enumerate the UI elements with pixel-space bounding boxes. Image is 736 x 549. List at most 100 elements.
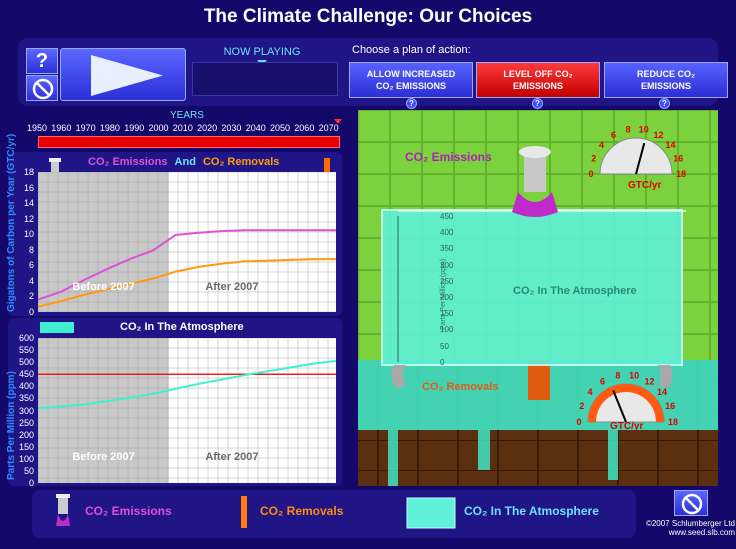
option-label-line2: CO₂ EMISSIONS [375,81,446,91]
atmosphere-chart-title: CO₂ In The Atmosphere [120,321,244,333]
tank-tick: 400 [440,228,454,238]
tank-tick: 150 [440,309,454,319]
y-tick: 400 [18,381,34,392]
gauge-tick: 12 [653,130,663,140]
now-playing-label: NOW PLAYING [223,46,301,58]
year-tick: 2060 [294,123,315,133]
gauge-tick: 18 [668,417,678,427]
y-tick: 450 [18,369,34,380]
after-label: After 2007 [205,281,259,294]
option-allow-increased-button[interactable]: ALLOW INCREASED CO₂ EMISSIONS [349,62,473,98]
gauge-tick: 14 [657,387,667,397]
removals-gauge-unit: GTC/yr [610,421,644,432]
tank-tick: 100 [440,325,454,335]
emissions-gauge-unit: GTC/yr [628,180,662,191]
year-tick: 2030 [221,123,242,133]
now-playing-display [192,62,338,96]
tank-tick: 0 [440,357,445,367]
tank-tick: 250 [440,276,454,286]
gauge-tick: 2 [591,154,596,164]
year-tick: 2010 [172,123,193,133]
y-tick: 2 [28,291,34,302]
gauge-tick: 0 [576,417,581,427]
y-tick: 8 [28,244,34,255]
year-tick: 2040 [245,123,266,133]
no-entry-icon [681,493,703,515]
copyright-text: ©2007 Schlumberger Ltd [645,519,735,528]
removals-gauge: 0 2468 10 1214 16 18 [576,371,678,427]
gauge-tick: 4 [587,387,592,397]
option-help-button[interactable]: ? [659,98,670,109]
after-label: After 2007 [205,451,259,464]
year-tick: 1950 [27,123,48,133]
title-removals: CO₂ Removals [202,156,280,168]
play-icon [91,55,163,96]
y-tick: 200 [18,429,34,440]
legend-removals: CO₂ Removals [260,504,344,518]
gauge-tick: 12 [644,376,654,386]
scene-atmosphere-label: CO₂ In The Atmosphere [513,285,637,297]
gauge-tick: 16 [665,401,675,411]
gauge-tick: 8 [626,125,631,135]
gauge-tick: 10 [629,371,639,381]
title-and: And [174,156,196,168]
y-tick: 500 [18,357,34,368]
gauge-tick: 6 [600,376,605,386]
y-tick: 300 [18,405,34,416]
years-label: YEARS [170,110,204,121]
year-tick: 1970 [75,123,96,133]
year-tick: 1960 [51,123,72,133]
y-tick: 4 [28,275,34,286]
title-emissions: CO₂ Emissions [88,156,168,168]
copyright: ©2007 Schlumberger Ltd www.seed.slb.com [640,519,735,537]
stop-button[interactable] [26,75,58,101]
y-tick: 0 [28,307,34,317]
option-label-line1: ALLOW INCREASED [366,69,456,79]
option-level-off-button[interactable]: LEVEL OFF CO₂ EMISSIONS [476,62,600,98]
scene-removals-label: CO₂ Removals [422,381,499,393]
y-tick: 250 [18,417,34,428]
gauge-tick: 4 [599,140,604,150]
gauge-tick: 10 [639,125,649,135]
tank-tick: 200 [440,293,454,302]
tank-tick: 300 [440,260,454,270]
emissions-chart-title: CO₂ Emissions And CO₂ Removals [88,156,279,168]
tank-tick: 350 [440,244,454,254]
removals-drain-icon [241,496,247,528]
scene-emissions-label: CO₂ Emissions [405,150,492,164]
help-button[interactable]: ? [26,48,58,74]
option-label-line1: LEVEL OFF CO₂ [503,69,573,79]
legend-atmosphere: CO₂ In The Atmosphere [464,504,599,518]
gauge-tick: 18 [676,169,686,179]
site-text: www.seed.slb.com [668,528,735,537]
y-tick: 0 [28,478,34,488]
y-tick: 100 [18,453,34,464]
tank-tick: 450 [440,212,454,221]
reset-button[interactable] [674,490,708,516]
year-tick: 2000 [148,123,169,133]
y-tick: 550 [18,345,34,356]
gauge-dial [599,137,673,175]
option-reduce-button[interactable]: REDUCE CO₂ EMISSIONS [604,62,728,98]
emissions-faucet-icon [56,494,70,526]
atmosphere-tank-icon [406,497,456,529]
timeline-bar[interactable] [38,136,340,148]
y-tick: 12 [23,213,34,224]
play-button[interactable] [60,48,186,101]
y-tick: 16 [23,182,34,193]
year-tick: 1980 [99,123,120,133]
y-tick: 50 [23,465,34,476]
tank-tick: 50 [440,341,449,351]
app-title: The Climate Challenge: Our Choices [203,6,533,27]
option-help-button[interactable]: ? [406,98,417,109]
option-help-button[interactable]: ? [532,98,543,109]
y-tick: 600 [18,333,34,343]
year-tick: 2050 [270,123,291,133]
year-tick: 1990 [124,123,145,133]
gauge-tick: 0 [588,169,593,179]
legend-emissions: CO₂ Emissions [85,504,172,518]
gauge-tick: 14 [665,140,675,150]
option-label-line1: REDUCE CO₂ [636,69,695,79]
before-label: Before 2007 [72,451,135,464]
y-tick: 6 [28,260,34,271]
